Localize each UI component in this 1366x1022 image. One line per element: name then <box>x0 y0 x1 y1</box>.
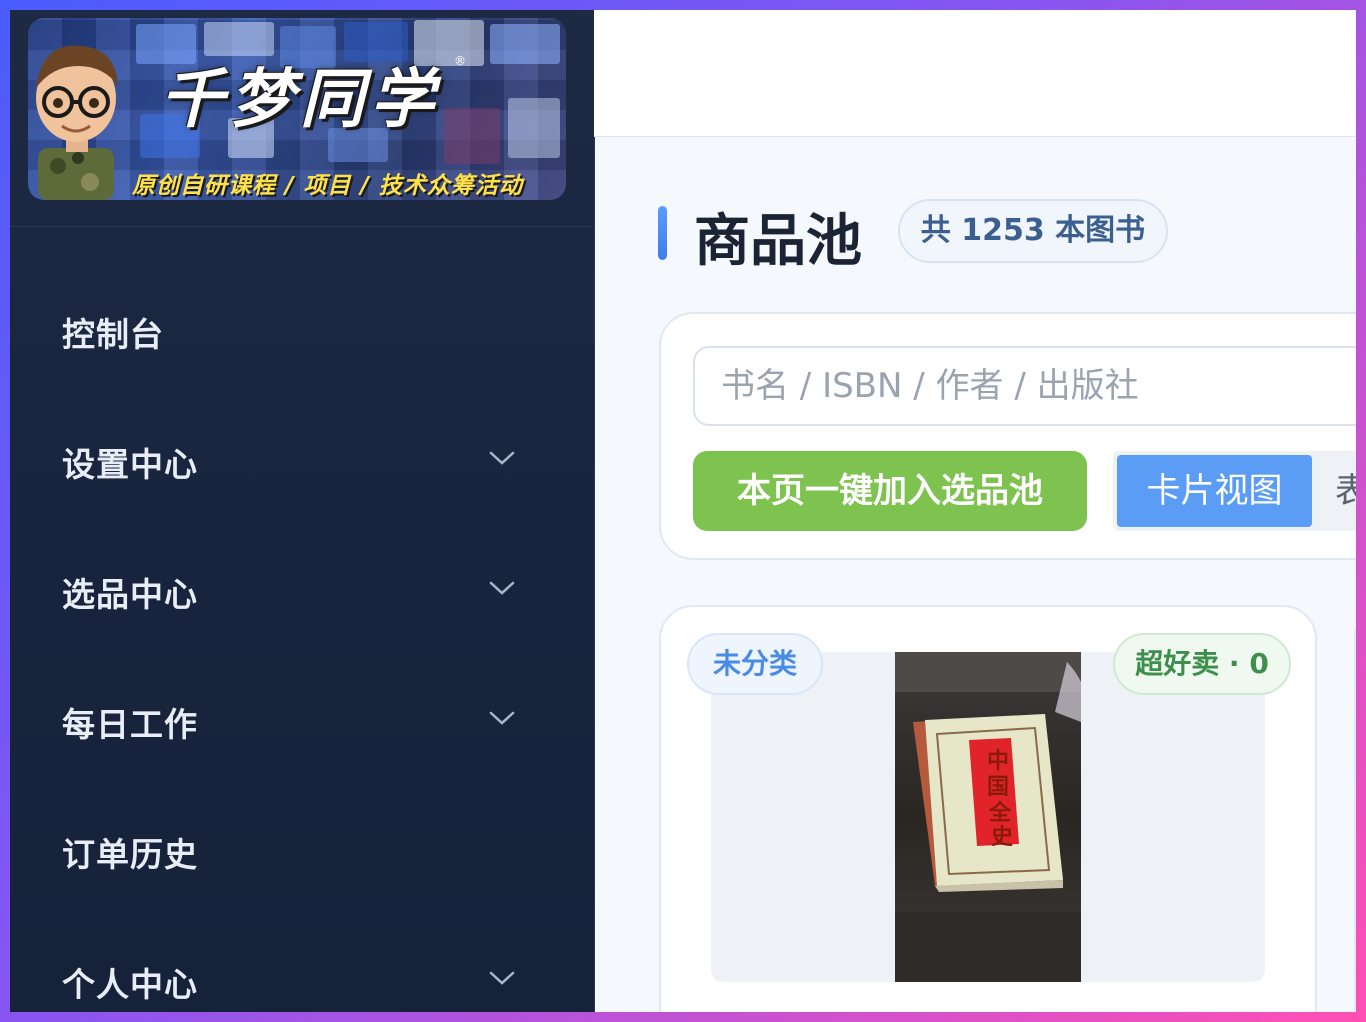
svg-text:国: 国 <box>987 774 1009 800</box>
page-title: 商品池 <box>694 209 862 274</box>
app-window: 千梦同学 ® 原创自研课程 / 项目 / 技术众筹活动 控制台 设置中心 选品中… <box>10 10 1356 1012</box>
sidebar-item-label: 个人中心 <box>62 965 198 1004</box>
svg-text:中: 中 <box>987 748 1009 774</box>
sales-tag: 超好卖 · 0 <box>1113 633 1291 695</box>
sidebar-item-label: 每日工作 <box>62 705 198 744</box>
sidebar-item-label: 控制台 <box>62 315 164 354</box>
search-input[interactable]: 书名 / ISBN / 作者 / 出版社 <box>693 346 1356 426</box>
sidebar-item-order-history[interactable]: 订单历史 <box>10 808 594 888</box>
title-accent-bar <box>658 206 667 260</box>
product-image-area: 中 国 全 史 <box>711 652 1265 982</box>
sidebar-item-settings[interactable]: 设置中心 <box>10 418 594 498</box>
card-view-button[interactable]: 卡片视图 <box>1117 455 1312 527</box>
sidebar: 千梦同学 ® 原创自研课程 / 项目 / 技术众筹活动 控制台 设置中心 选品中… <box>10 10 595 1012</box>
book-count-badge: 共 1253 本图书 <box>898 199 1168 263</box>
sidebar-banner-area: 千梦同学 ® 原创自研课程 / 项目 / 技术众筹活动 <box>10 10 594 227</box>
main-content: 商品池 共 1253 本图书 书名 / ISBN / 作者 / 出版社 本页一键… <box>594 10 1356 1012</box>
svg-text:全: 全 <box>988 800 1012 826</box>
sidebar-item-label: 订单历史 <box>62 835 198 874</box>
banner-subtitle: 原创自研课程 / 项目 / 技术众筹活动 <box>132 173 523 199</box>
filter-panel: 书名 / ISBN / 作者 / 出版社 本页一键加入选品池 卡片视图 表格视图 <box>659 312 1356 560</box>
product-card[interactable]: 中 国 全 史 未分类 超好卖 · 0 <box>659 605 1317 1012</box>
banner-title: 千梦同学 <box>160 62 440 137</box>
svg-text:史: 史 <box>991 824 1014 850</box>
sidebar-item-label: 设置中心 <box>62 445 198 484</box>
product-card[interactable] <box>1354 605 1356 1012</box>
chevron-down-icon <box>489 971 515 985</box>
brand-banner[interactable]: 千梦同学 ® 原创自研课程 / 项目 / 技术众筹活动 <box>28 18 566 200</box>
chevron-down-icon <box>489 451 515 465</box>
sidebar-item-daily-work[interactable]: 每日工作 <box>10 678 594 758</box>
table-view-button[interactable]: 表格视图 <box>1335 455 1356 527</box>
sidebar-item-profile[interactable]: 个人中心 <box>10 938 594 1012</box>
sidebar-item-selection[interactable]: 选品中心 <box>10 548 594 628</box>
avatar-icon <box>36 45 118 200</box>
chevron-down-icon <box>489 711 515 725</box>
chevron-down-icon <box>489 581 515 595</box>
top-bar <box>594 10 1356 137</box>
category-tag: 未分类 <box>687 633 823 695</box>
add-page-to-pool-button[interactable]: 本页一键加入选品池 <box>693 451 1087 531</box>
sidebar-item-label: 选品中心 <box>62 575 198 614</box>
book-cover-image[interactable]: 中 国 全 史 <box>895 652 1081 982</box>
registered-mark: ® <box>454 54 466 68</box>
view-toggle: 卡片视图 表格视图 <box>1113 451 1356 531</box>
sidebar-item-console[interactable]: 控制台 <box>10 288 594 368</box>
